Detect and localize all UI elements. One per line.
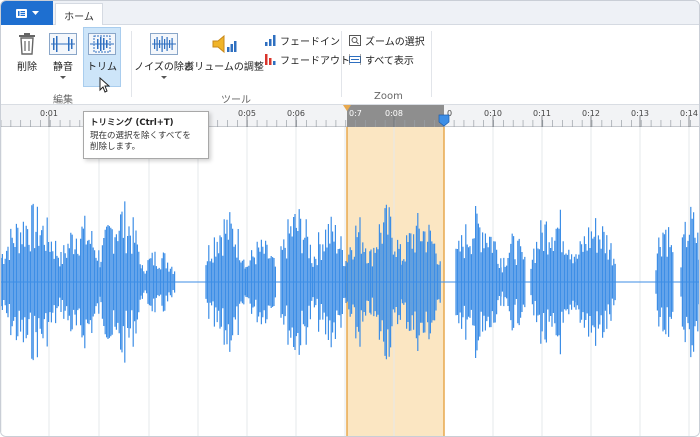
tab-home[interactable]: ホーム: [55, 3, 103, 26]
trim-tooltip: トリミング (Ctrl+T) 現在の選択を除くすべてを 削除します。: [83, 111, 209, 159]
fade-out-bars-icon: [265, 54, 276, 65]
trim-waveform-icon: [88, 33, 116, 55]
file-menu-button[interactable]: [1, 1, 53, 25]
chevron-down-icon: [31, 11, 39, 15]
mouse-cursor-icon: [99, 77, 110, 93]
fade-in-label: フェードイン: [280, 37, 340, 48]
silence-waveform-icon: [49, 33, 77, 55]
group-separator: [131, 31, 132, 97]
silence-label: 静音: [53, 62, 73, 73]
fade-in-button[interactable]: フェードイン: [265, 33, 340, 48]
fit-all-icon: [349, 54, 361, 65]
ribbon-tab-strip: ホーム: [1, 1, 699, 26]
speaker-icon: [210, 33, 238, 55]
delete-button[interactable]: 削除: [13, 33, 41, 73]
tooltip-line-1: 現在の選択を除くすべてを: [90, 131, 191, 141]
silence-button[interactable]: 静音: [47, 33, 79, 79]
volume-adjust-label: ボリュームの調整: [184, 62, 264, 73]
noise-removal-button[interactable]: ノイズの除去: [134, 33, 194, 79]
ruler-tick-label: 0:08: [385, 109, 403, 118]
noise-dropdown-caret[interactable]: [161, 76, 167, 79]
tooltip-title: トリミング (Ctrl+T): [90, 118, 174, 128]
ruler-tick-label: 0:12: [582, 109, 600, 118]
ruler-tick-label: 0:11: [533, 109, 551, 118]
show-all-button[interactable]: すべて表示: [349, 52, 414, 67]
show-all-label: すべて表示: [365, 56, 414, 67]
volume-adjust-button[interactable]: ボリュームの調整: [184, 33, 264, 73]
ruler-tick-label: 0:06: [287, 109, 305, 118]
group-separator: [431, 31, 432, 97]
delete-label: 削除: [17, 62, 37, 73]
ruler-tick-label: 0:10: [484, 109, 502, 118]
tooltip-description: 現在の選択を除くすべてを 削除します。: [90, 131, 202, 153]
noise-waveform-icon: [150, 33, 178, 55]
zoom-rectangle-icon: [349, 35, 361, 46]
ruler-tick-label-partial: 0:7: [349, 109, 362, 118]
ruler-tick-label: 0:01: [40, 109, 58, 118]
silence-dropdown-caret[interactable]: [60, 76, 66, 79]
fade-in-bars-icon: [265, 35, 276, 46]
fade-out-label: フェードアウト: [280, 56, 350, 67]
zoom-select-button[interactable]: ズームの選択: [349, 33, 425, 48]
group-label-edit: 編集: [53, 95, 73, 106]
document-icon: [15, 8, 27, 18]
ribbon-panel: 削除 静音 トリム 編集 ノイズの除去 ボリュームの調整 フェードイン フェード…: [1, 25, 699, 106]
tooltip-line-2: 削除します。: [90, 142, 141, 152]
fade-out-button[interactable]: フェードアウト: [265, 52, 350, 67]
trash-icon: [18, 33, 36, 55]
ruler-tick-label: 0:14: [680, 109, 698, 118]
group-separator: [341, 31, 342, 97]
audio-waveform: [1, 127, 699, 436]
group-label-zoom: Zoom: [374, 91, 403, 102]
audio-editor-window: ホーム 削除 静音 トリム 編集 ノイズの除去 ボリュームの調整 フェードイン …: [0, 0, 700, 437]
ruler-tick-label: 0:05: [238, 109, 256, 118]
group-label-tools: ツール: [221, 95, 251, 106]
waveform-canvas[interactable]: [1, 127, 699, 436]
trim-label: トリム: [87, 62, 117, 73]
ruler-tick-label: 0:13: [631, 109, 649, 118]
tab-home-label: ホーム: [64, 11, 94, 23]
zoom-select-label: ズームの選択: [365, 37, 425, 48]
